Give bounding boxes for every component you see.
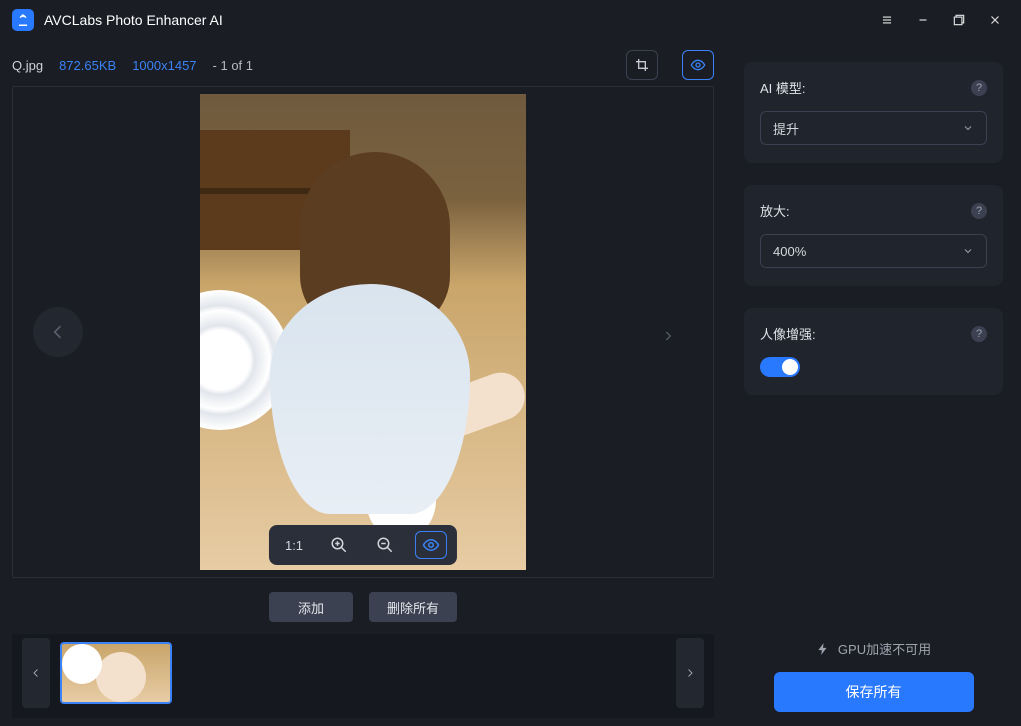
face-enhance-panel: 人像增强: ?	[744, 308, 1003, 395]
main-pane: Q.jpg 872.65KB 1000x1457 - 1 of 1	[0, 40, 726, 726]
preview-button[interactable]	[682, 50, 714, 80]
file-resolution: 1000x1457	[132, 58, 196, 73]
image-content	[200, 94, 526, 570]
image-viewer: 1:1	[12, 86, 714, 578]
app-logo	[12, 9, 34, 31]
prev-image-button[interactable]	[33, 307, 83, 357]
help-icon[interactable]: ?	[971, 203, 987, 219]
chevron-down-icon	[962, 245, 974, 257]
next-image-button[interactable]	[643, 307, 693, 357]
gpu-status-text: GPU加速不可用	[838, 639, 931, 658]
ai-model-value: 提升	[773, 119, 799, 138]
preview-toggle-button[interactable]	[415, 531, 447, 559]
menu-icon[interactable]	[869, 2, 905, 38]
lightning-icon	[816, 642, 830, 656]
minimize-button[interactable]	[905, 2, 941, 38]
gpu-status: GPU加速不可用	[744, 639, 1003, 658]
file-info-bar: Q.jpg 872.65KB 1000x1457 - 1 of 1	[12, 50, 714, 80]
filmstrip-next-button[interactable]	[676, 638, 704, 708]
ai-model-label: AI 模型:	[760, 78, 971, 97]
settings-pane: AI 模型: ? 提升 放大: ? 400%	[726, 40, 1021, 726]
app-title: AVCLabs Photo Enhancer AI	[44, 12, 223, 28]
maximize-button[interactable]	[941, 2, 977, 38]
help-icon[interactable]: ?	[971, 326, 987, 342]
add-button[interactable]: 添加	[269, 592, 353, 622]
titlebar: AVCLabs Photo Enhancer AI	[0, 0, 1021, 40]
face-enhance-toggle[interactable]	[760, 357, 800, 377]
file-counter: - 1 of 1	[213, 58, 253, 73]
upscale-label: 放大:	[760, 201, 971, 220]
ai-model-select[interactable]: 提升	[760, 111, 987, 145]
file-name: Q.jpg	[12, 58, 43, 73]
actual-size-button[interactable]: 1:1	[279, 531, 309, 559]
upscale-panel: 放大: ? 400%	[744, 185, 1003, 286]
chevron-down-icon	[962, 122, 974, 134]
help-icon[interactable]: ?	[971, 80, 987, 96]
ai-model-panel: AI 模型: ? 提升	[744, 62, 1003, 163]
upscale-select[interactable]: 400%	[760, 234, 987, 268]
bottom-area: 添加 删除所有	[12, 578, 714, 718]
filmstrip-prev-button[interactable]	[22, 638, 50, 708]
zoom-in-button[interactable]	[323, 531, 355, 559]
thumbnail-selected[interactable]	[60, 642, 172, 704]
zoom-out-button[interactable]	[369, 531, 401, 559]
crop-button[interactable]	[626, 50, 658, 80]
viewer-toolbar: 1:1	[269, 525, 457, 565]
upscale-value: 400%	[773, 244, 806, 259]
delete-all-button[interactable]: 删除所有	[369, 592, 457, 622]
save-all-button[interactable]: 保存所有	[774, 672, 974, 712]
face-enhance-label: 人像增强:	[760, 324, 971, 343]
close-button[interactable]	[977, 2, 1013, 38]
file-size: 872.65KB	[59, 58, 116, 73]
